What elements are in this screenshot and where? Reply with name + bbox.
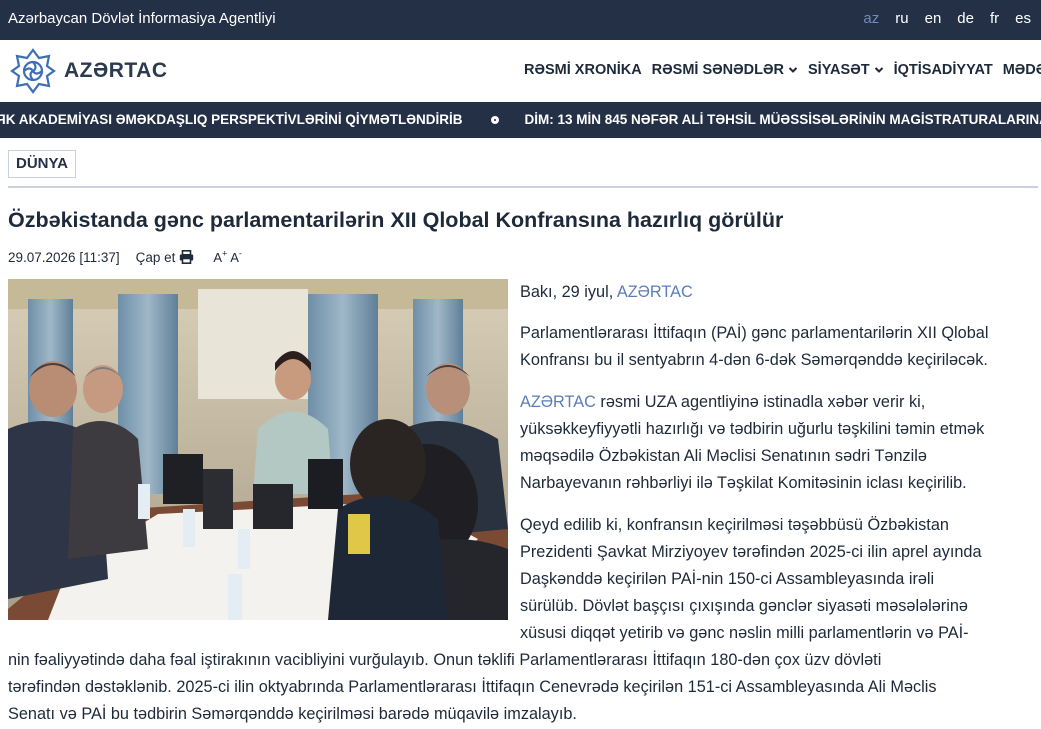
article-meta: 29.07.2026 [11:37] Çap et A+ A- xyxy=(8,249,242,265)
agency-name: Azərbaycan Dövlət İnformasiya Agentliyi xyxy=(8,10,276,27)
top-bar: Azərbaycan Dövlət İnformasiya Agentliyi … xyxy=(0,0,1041,40)
article-photo xyxy=(8,279,508,620)
azertac-emblem-icon xyxy=(10,48,56,94)
ticker-item[interactable]: ЯK AKADEMİYASI ƏMƏKDAŞLIQ PERSPEKTİVLƏRİ… xyxy=(0,112,463,127)
source-link[interactable]: AZƏRTAC xyxy=(617,283,693,301)
news-ticker: ЯK AKADEMİYASI ƏMƏKDAŞLIQ PERSPEKTİVLƏRİ… xyxy=(0,102,1041,138)
ticker-separator-icon xyxy=(490,115,499,124)
nav-label: SİYASƏT xyxy=(808,62,870,78)
nav-label: MƏDƏN xyxy=(1002,62,1041,78)
paragraph-2: AZƏRTAC rəsmi UZA agentliyinə istinadla … xyxy=(520,393,985,492)
divider xyxy=(8,186,1038,188)
printer-icon xyxy=(180,250,194,265)
article-title: Özbəkistanda gənc parlamentarilərin XII … xyxy=(8,208,784,232)
nav-label: RƏSMİ SƏNƏDLƏR xyxy=(651,62,785,78)
paragraph-1: Parlamentlərarası İttifaqın (PAİ) gənc p… xyxy=(520,324,989,369)
chevron-down-icon xyxy=(788,67,798,73)
nav-label: İQTİSADİYYAT xyxy=(893,62,993,78)
lang-es[interactable]: es xyxy=(1015,10,1031,27)
main-nav: RƏSMİ XRONİKA RƏSMİ SƏNƏDLƏR SİYASƏT İQT… xyxy=(524,62,1041,78)
nav-resmi-senedler[interactable]: RƏSMİ SƏNƏDLƏR xyxy=(652,62,798,78)
site-logo[interactable]: AZƏRTAC xyxy=(10,48,168,94)
nav-resmi-xronika[interactable]: RƏSMİ XRONİKA xyxy=(524,62,642,78)
print-button[interactable]: Çap et xyxy=(136,250,195,265)
font-increase-button[interactable]: A+ xyxy=(213,249,227,265)
print-label: Çap et xyxy=(135,249,176,265)
logo-text: AZƏRTAC xyxy=(64,59,168,82)
language-switcher: az ru en de fr es xyxy=(847,10,1031,27)
chevron-down-icon xyxy=(874,67,883,73)
paragraph-3-top: Qeyd edilib ki, konfransın keçirilməsi t… xyxy=(520,516,982,642)
lang-az[interactable]: az xyxy=(863,10,879,27)
nav-iqtisadiyyat[interactable]: İQTİSADİYYAT xyxy=(894,62,993,78)
lang-en[interactable]: en xyxy=(925,10,942,27)
category-badge[interactable]: DÜNYA xyxy=(8,150,76,178)
source-link[interactable]: AZƏRTAC xyxy=(520,393,596,411)
font-decrease-button[interactable]: A- xyxy=(230,249,242,265)
lang-de[interactable]: de xyxy=(957,10,974,27)
meeting-photo-illustration xyxy=(8,279,508,620)
article-date: 29.07.2026 [11:37] xyxy=(8,249,120,265)
nav-siyaset[interactable]: SİYASƏT xyxy=(808,62,884,78)
font-size-controls: A+ A- xyxy=(213,249,242,265)
lang-fr[interactable]: fr xyxy=(990,10,999,27)
nav-medeniyyet[interactable]: MƏDƏN xyxy=(1003,62,1041,78)
dateline: Bakı, 29 iyul, AZƏRTAC xyxy=(520,283,693,301)
paragraph-3-bottom: nin fəaliyyətində daha fəal iştirakının … xyxy=(8,651,937,723)
lang-ru[interactable]: ru xyxy=(895,10,908,27)
nav-label: RƏSMİ XRONİKA xyxy=(524,62,642,78)
site-header: AZƏRTAC RƏSMİ XRONİKA RƏSMİ SƏNƏDLƏR SİY… xyxy=(0,40,1041,102)
ticker-item[interactable]: DİM: 13 MİN 845 NƏFƏR ALİ TƏHSİL MÜƏSSİS… xyxy=(525,112,1041,127)
